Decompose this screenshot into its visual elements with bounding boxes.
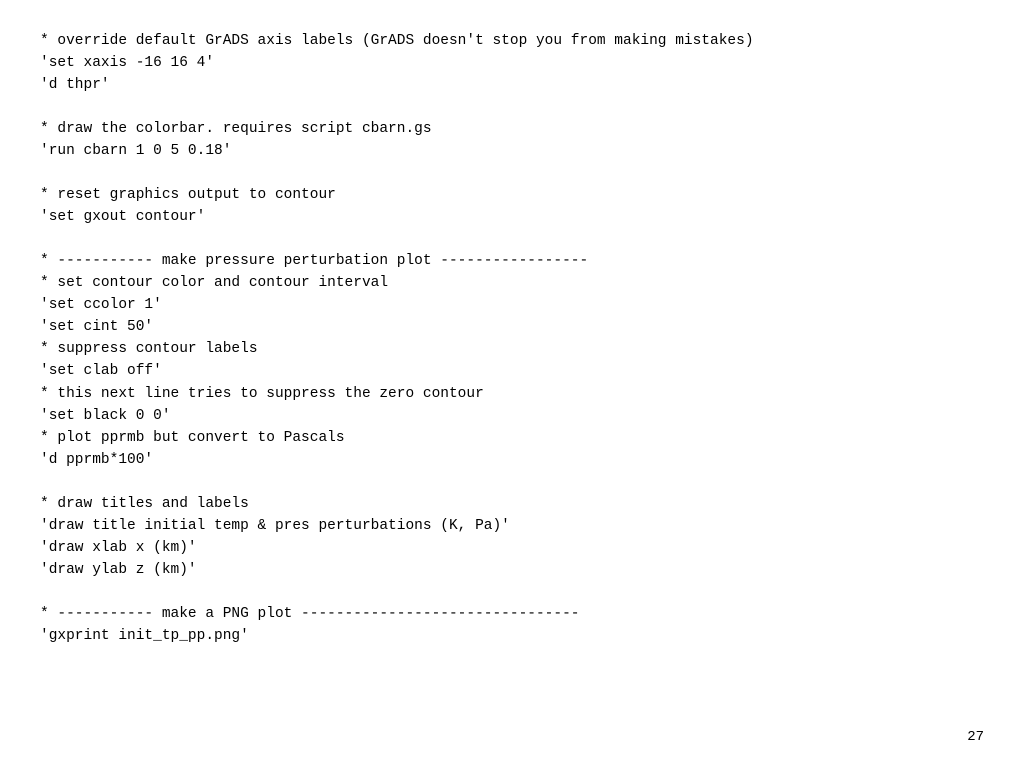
- page-number: 27: [967, 727, 984, 748]
- code-content: * override default GrADS axis labels (Gr…: [40, 30, 984, 647]
- page-container: * override default GrADS axis labels (Gr…: [0, 0, 1024, 768]
